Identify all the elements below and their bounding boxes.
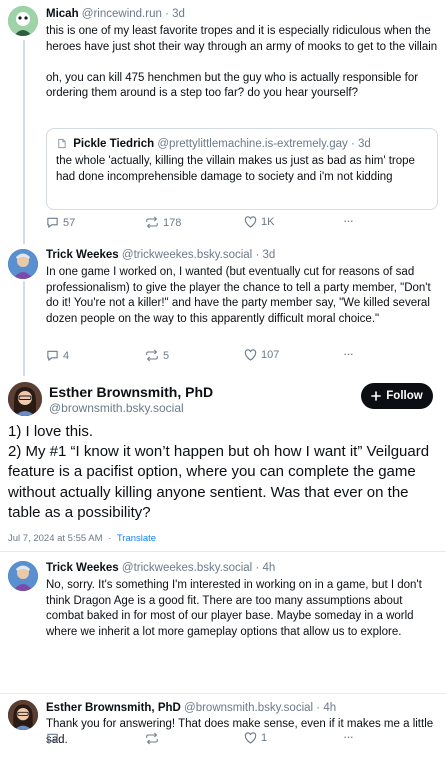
more-icon: ··· (343, 213, 354, 228)
post-header: Trick Weekes @trickweekes.bsky.social · … (46, 562, 275, 574)
post-meta: Jul 7, 2024 at 5:55 AM · Translate (8, 533, 156, 544)
more-options-button[interactable]: ··· (343, 729, 354, 744)
author-handle[interactable]: @trickweekes.bsky.social (122, 562, 252, 574)
more-icon: ··· (343, 346, 354, 361)
avatar[interactable] (8, 561, 38, 591)
reply-icon (47, 350, 58, 361)
reply-count: 4 (63, 349, 70, 362)
repost-icon (146, 216, 158, 229)
heart-icon (244, 349, 257, 361)
quote-post[interactable]: Pickle Tiedrich @prettylittlemachine.is-… (46, 128, 438, 210)
avatar[interactable] (8, 382, 42, 416)
author-name[interactable]: Trick Weekes (46, 249, 119, 261)
author-name[interactable]: Micah (46, 8, 79, 20)
reply-icon (47, 217, 58, 228)
reply-button[interactable]: 57 (46, 216, 75, 229)
author-handle[interactable]: @rincewind.run (82, 8, 162, 20)
repost-icon (146, 349, 158, 362)
like-count: 1 (261, 732, 268, 744)
like-count: 107 (261, 349, 280, 361)
main-post: Esther Brownsmith, PhD @brownsmith.bsky.… (0, 378, 446, 550)
post-time[interactable]: · 3d (255, 249, 275, 261)
post-header: Micah @rincewind.run · 3d (46, 8, 185, 20)
post-header: Trick Weekes @trickweekes.bsky.social · … (46, 249, 275, 261)
author-handle[interactable]: @trickweekes.bsky.social (122, 249, 252, 261)
more-icon: ··· (343, 729, 354, 744)
post-text: In one game I worked on, I wanted (but e… (46, 266, 431, 325)
quote-text: the whole 'actually, killing the villain… (56, 155, 415, 183)
quote-header: Pickle Tiedrich @prettylittlemachine.is-… (56, 138, 371, 152)
author-name[interactable]: Trick Weekes (46, 562, 119, 574)
author-handle[interactable]: @brownsmith.bsky.social (184, 702, 313, 714)
reply-trick-weekes[interactable]: Trick Weekes @trickweekes.bsky.social · … (0, 551, 446, 642)
quote-author-name: Pickle Tiedrich (73, 138, 155, 150)
post-text: 1) I love this. 2) My #1 “I know it won’… (8, 423, 430, 521)
plus-icon (371, 391, 382, 401)
post-trick-weekes[interactable]: Trick Weekes @trickweekes.bsky.social · … (0, 245, 446, 378)
avatar[interactable] (8, 6, 38, 36)
translate-link[interactable]: Translate (117, 533, 156, 544)
timestamp: Jul 7, 2024 at 5:55 AM (8, 533, 103, 544)
reply-count: 57 (63, 216, 76, 229)
follow-button[interactable]: Follow (361, 383, 433, 409)
author-handle[interactable]: @brownsmith.bsky.social (49, 401, 184, 415)
author-name[interactable]: Esther Brownsmith, PhD (49, 384, 213, 400)
repost-count: 178 (163, 216, 182, 229)
post-actions: 4 5 107 ··· (46, 346, 438, 367)
post-actions: 57 178 1K ··· (46, 213, 438, 234)
follow-label: Follow (386, 390, 423, 402)
like-count: 1K (261, 216, 275, 228)
post-actions (46, 756, 438, 774)
repost-count: 5 (163, 349, 170, 362)
reply-button[interactable] (46, 732, 59, 745)
meta-separator: · (108, 533, 112, 544)
like-button[interactable]: 107 (244, 349, 279, 361)
post-header: Esther Brownsmith, PhD @brownsmith.bsky.… (46, 702, 336, 714)
more-options-button[interactable]: ··· (343, 213, 354, 228)
avatar[interactable] (8, 249, 38, 279)
repost-icon (146, 732, 158, 745)
heart-icon (244, 216, 257, 228)
reply-icon (47, 733, 58, 744)
like-button[interactable]: 1 (244, 732, 267, 744)
quote-author-handle: @prettylittlemachine.is-extremely.gay (157, 138, 348, 150)
like-button[interactable]: 1K (244, 216, 274, 228)
repost-button[interactable]: 178 (145, 216, 181, 229)
post-time[interactable]: · 3d (165, 8, 185, 20)
reply-button[interactable]: 4 (46, 349, 69, 362)
post-time[interactable]: · 4h (255, 562, 275, 574)
post-actions: 1 ··· (46, 729, 438, 750)
repost-button[interactable] (145, 732, 159, 745)
quote-icon (56, 138, 67, 152)
quote-time: · 3d (351, 138, 371, 150)
post-text: No, sorry. It's something I'm interested… (46, 579, 422, 638)
author-name[interactable]: Esther Brownsmith, PhD (46, 702, 181, 714)
post-time[interactable]: · 4h (316, 702, 336, 714)
avatar[interactable] (8, 700, 38, 730)
post-micah[interactable]: Micah @rincewind.run · 3d this is one of… (0, 0, 446, 245)
heart-icon (244, 732, 257, 744)
repost-button[interactable]: 5 (145, 349, 169, 362)
post-text: this is one of my least favorite tropes … (46, 25, 438, 100)
more-options-button[interactable]: ··· (343, 346, 354, 361)
